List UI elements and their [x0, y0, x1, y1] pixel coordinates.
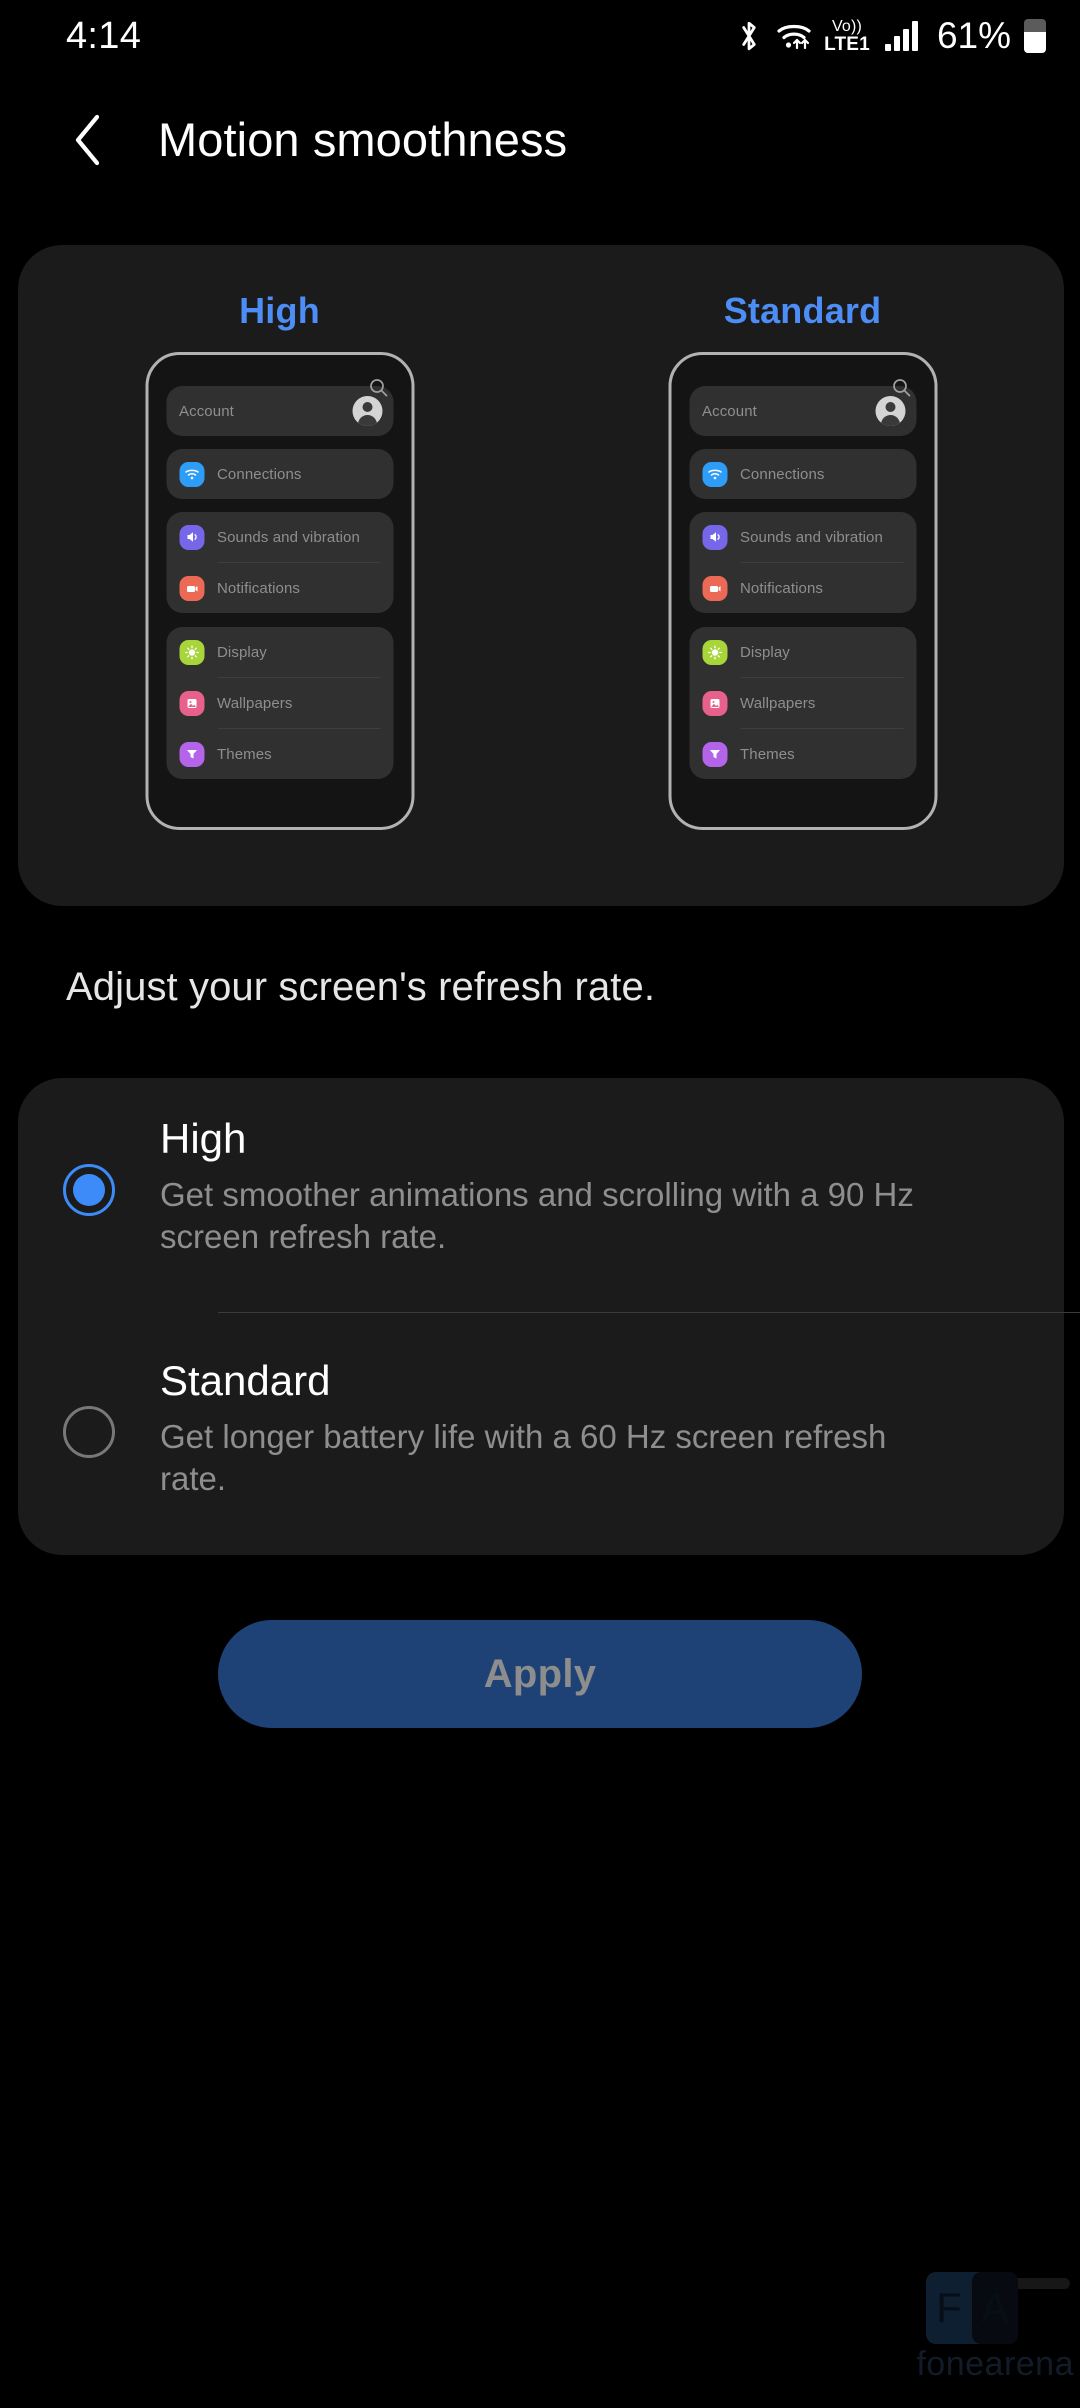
radio-standard-wrap[interactable]: [18, 1358, 160, 1458]
mock-row-label: Themes: [740, 745, 795, 763]
wifi-tile-icon: [179, 461, 204, 487]
mock-display-group[interactable]: Display Wallpapers Themes: [166, 627, 393, 779]
mock-row-notifications[interactable]: Notifications: [689, 563, 916, 613]
back-button[interactable]: [56, 107, 122, 173]
avatar-icon: [875, 396, 905, 426]
mock-row-themes[interactable]: Themes: [166, 729, 393, 779]
battery-percent-label: 61%: [936, 15, 1011, 56]
volte-bottom-label: LTE1: [824, 33, 870, 55]
preview-card: High Account Connections Sounds and vibr…: [18, 245, 1064, 906]
mock-connections-group[interactable]: Connections: [689, 449, 916, 499]
refresh-rate-options-card: High Get smoother animations and scrolli…: [18, 1078, 1080, 1555]
mock-row-connections[interactable]: Connections: [689, 449, 916, 499]
battery-icon: [1024, 19, 1046, 53]
option-high-title: High: [160, 1115, 247, 1162]
preview-column-high[interactable]: High Account Connections Sounds and vibr…: [18, 245, 541, 906]
mock-row-label: Wallpapers: [740, 694, 816, 712]
speaker-tile-icon: [179, 524, 204, 550]
mock-row-sounds[interactable]: Sounds and vibration: [166, 512, 393, 562]
option-standard[interactable]: Standard Get longer battery life with a …: [18, 1357, 1064, 1548]
radio-standard[interactable]: [63, 1406, 115, 1458]
option-high-subtitle: Get smoother animations and scrolling wi…: [160, 1176, 914, 1256]
mock-row-label: Wallpapers: [217, 694, 293, 712]
chevron-left-icon: [75, 114, 100, 165]
apply-button-label: Apply: [483, 1651, 597, 1696]
mock-row-label: Display: [740, 643, 790, 661]
mock-row-wallpapers[interactable]: Wallpapers: [166, 678, 393, 728]
mock-row-themes[interactable]: Themes: [689, 729, 916, 779]
avatar-icon: [352, 396, 382, 426]
speaker-tile-icon: [702, 524, 727, 550]
mock-row-label: Account: [702, 402, 757, 420]
volte-icon: Vo)) LTE1: [824, 17, 870, 55]
radio-high[interactable]: [63, 1164, 115, 1216]
mock-row-label: Sounds and vibration: [217, 528, 360, 546]
wifi-tile-icon: [702, 461, 727, 487]
wifi-icon: [775, 20, 813, 52]
mock-row-wallpapers[interactable]: Wallpapers: [689, 678, 916, 728]
apply-button[interactable]: Apply: [218, 1620, 862, 1728]
mock-row-account[interactable]: Account: [689, 386, 916, 436]
mock-row-label: Notifications: [217, 579, 301, 597]
mock-row-label: Sounds and vibration: [740, 528, 883, 546]
mock-sounds-group[interactable]: Sounds and vibration Notifications: [689, 512, 916, 613]
bluetooth-icon: [736, 19, 762, 53]
mock-row-label: Account: [179, 402, 234, 420]
themes-tile-icon: [179, 741, 204, 767]
notification-tile-icon: [179, 575, 204, 601]
status-bar: 4:14 Vo)) LTE1 61%: [0, 0, 1080, 72]
options-divider: [218, 1312, 1080, 1313]
mock-row-sounds[interactable]: Sounds and vibration: [689, 512, 916, 562]
page-title: Motion smoothness: [158, 113, 568, 166]
volte-top-label: Vo)): [831, 17, 863, 35]
radio-high-wrap[interactable]: [18, 1116, 160, 1216]
watermark-logo: F A: [926, 2272, 1018, 2344]
brightness-tile-icon: [702, 639, 727, 665]
mock-row-account[interactable]: Account: [166, 386, 393, 436]
mock-account-group[interactable]: Account: [689, 386, 916, 436]
themes-tile-icon: [702, 741, 727, 767]
mock-connections-group[interactable]: Connections: [166, 449, 393, 499]
status-bar-clock: 4:14: [66, 15, 142, 57]
mock-row-label: Connections: [740, 465, 825, 483]
mock-row-label: Notifications: [740, 579, 824, 597]
preview-label-high: High: [239, 290, 320, 331]
mock-row-notifications[interactable]: Notifications: [166, 563, 393, 613]
option-standard-texts: Standard Get longer battery life with a …: [160, 1357, 1064, 1501]
section-description: Adjust your screen's refresh rate.: [66, 965, 656, 1009]
mock-row-label: Connections: [217, 465, 302, 483]
watermark-logo-f: F: [936, 2284, 962, 2331]
mock-row-connections[interactable]: Connections: [166, 449, 393, 499]
wallpaper-tile-icon: [179, 690, 204, 716]
option-standard-subtitle: Get longer battery life with a 60 Hz scr…: [160, 1418, 887, 1498]
app-bar: Motion smoothness: [0, 72, 1080, 207]
mock-sounds-group[interactable]: Sounds and vibration Notifications: [166, 512, 393, 613]
signal-bars-icon: [884, 21, 918, 51]
phone-mock-high: Account Connections Sounds and vibration…: [145, 352, 414, 830]
brightness-tile-icon: [179, 639, 204, 665]
status-bar-icons: Vo)) LTE1 61%: [736, 14, 1046, 58]
watermark-text: fonearena: [916, 2345, 1074, 2383]
fonearena-watermark: F A fonearena: [866, 2262, 1076, 2402]
option-standard-title: Standard: [160, 1357, 331, 1404]
option-high-texts: High Get smoother animations and scrolli…: [160, 1115, 1064, 1259]
mock-row-label: Display: [217, 643, 267, 661]
mock-row-label: Themes: [217, 745, 272, 763]
notification-tile-icon: [702, 575, 727, 601]
option-high[interactable]: High Get smoother animations and scrolli…: [18, 1115, 1064, 1316]
mock-account-group[interactable]: Account: [166, 386, 393, 436]
phone-mock-standard: Account Connections Sounds and vibration…: [668, 352, 937, 830]
mock-row-display[interactable]: Display: [689, 627, 916, 677]
mock-display-group[interactable]: Display Wallpapers Themes: [689, 627, 916, 779]
wallpaper-tile-icon: [702, 690, 727, 716]
watermark-logo-a: A: [972, 2272, 1018, 2344]
preview-label-standard: Standard: [723, 290, 882, 331]
preview-column-standard[interactable]: Standard Account Connections Sounds and …: [541, 245, 1064, 906]
mock-row-display[interactable]: Display: [166, 627, 393, 677]
